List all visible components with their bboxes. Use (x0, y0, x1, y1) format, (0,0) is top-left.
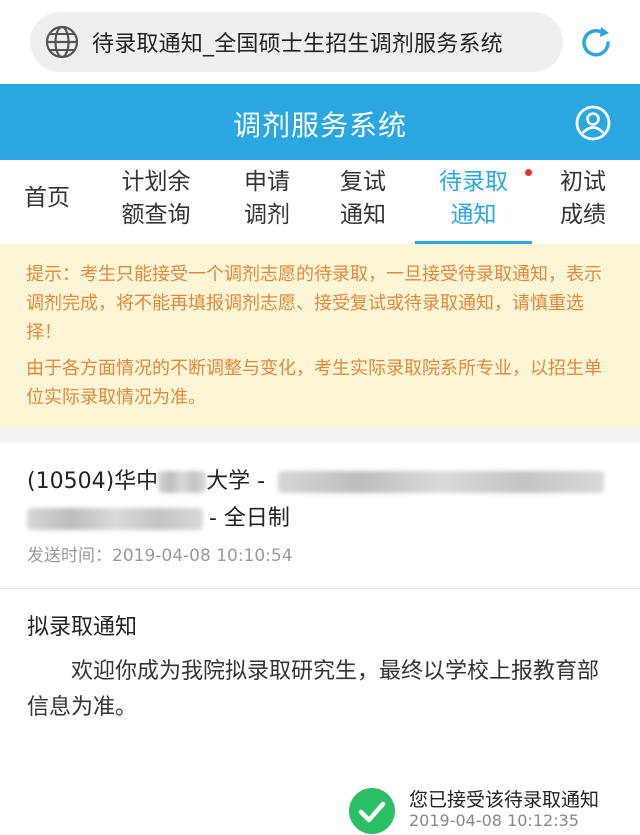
tab-pending-admission[interactable]: 待录取 通知 (415, 160, 532, 244)
nav-tabs: 首页 计划余 额查询 申请 调剂 复试 通知 待录取 通知 初试 成绩 (0, 160, 640, 244)
notification-dot (525, 169, 532, 176)
accepted-status-time: 2019-04-08 10:12:35 (409, 811, 579, 830)
record-sent-time: 发送时间：2019-04-08 10:10:54 (27, 546, 293, 566)
tab-apply[interactable]: 申请 调剂 (232, 160, 302, 244)
app-header: 调剂服务系统 (0, 84, 640, 160)
user-icon[interactable] (574, 104, 612, 142)
section-divider (0, 427, 640, 443)
redacted-block (27, 508, 203, 530)
record-university: (10504)华中 大学 - (27, 463, 605, 495)
admission-record[interactable]: (10504)华中 大学 - - 全日制 发送时间：2019-04-08 10:1… (0, 443, 640, 589)
check-circle-icon (349, 788, 395, 834)
redacted-block (158, 471, 207, 493)
tab-home[interactable]: 首页 (12, 160, 82, 244)
notice-box: 提示：考生只能接受一个调剂志愿的待录取，一旦接受待录取通知，表示调剂完成，将不能… (0, 244, 640, 427)
notice-text-2: 由于各方面情况的不断调整与变化，考生实际录取院系所专业，以招生单位实际录取情况为… (26, 358, 602, 408)
tab-scores[interactable]: 初试 成绩 (548, 160, 618, 244)
tab-plan-query[interactable]: 计划余 额查询 (110, 160, 202, 244)
reload-icon[interactable] (577, 24, 615, 62)
globe-icon (45, 25, 79, 59)
page-title-url: 待录取通知_全国硕士生招生调剂服务系统 (92, 32, 503, 57)
accepted-status-text: 您已接受该待录取通知 (409, 789, 600, 811)
browser-toolbar: 待录取通知_全国硕士生招生调剂服务系统 (0, 0, 640, 84)
address-bar[interactable]: 待录取通知_全国硕士生招生调剂服务系统 (30, 12, 563, 72)
message-body: 欢迎你成为我院拟录取研究生，最终以学校上报教育部信息为准。 (27, 659, 600, 720)
app-title: 调剂服务系统 (232, 109, 407, 142)
notice-text-1: 提示：考生只能接受一个调剂志愿的待录取，一旦接受待录取通知，表示调剂完成，将不能… (26, 264, 602, 343)
record-major: - 全日制 (27, 500, 290, 532)
redacted-block (278, 471, 605, 493)
message-title: 拟录取通知 (27, 615, 138, 640)
tab-retest[interactable]: 复试 通知 (328, 160, 398, 244)
